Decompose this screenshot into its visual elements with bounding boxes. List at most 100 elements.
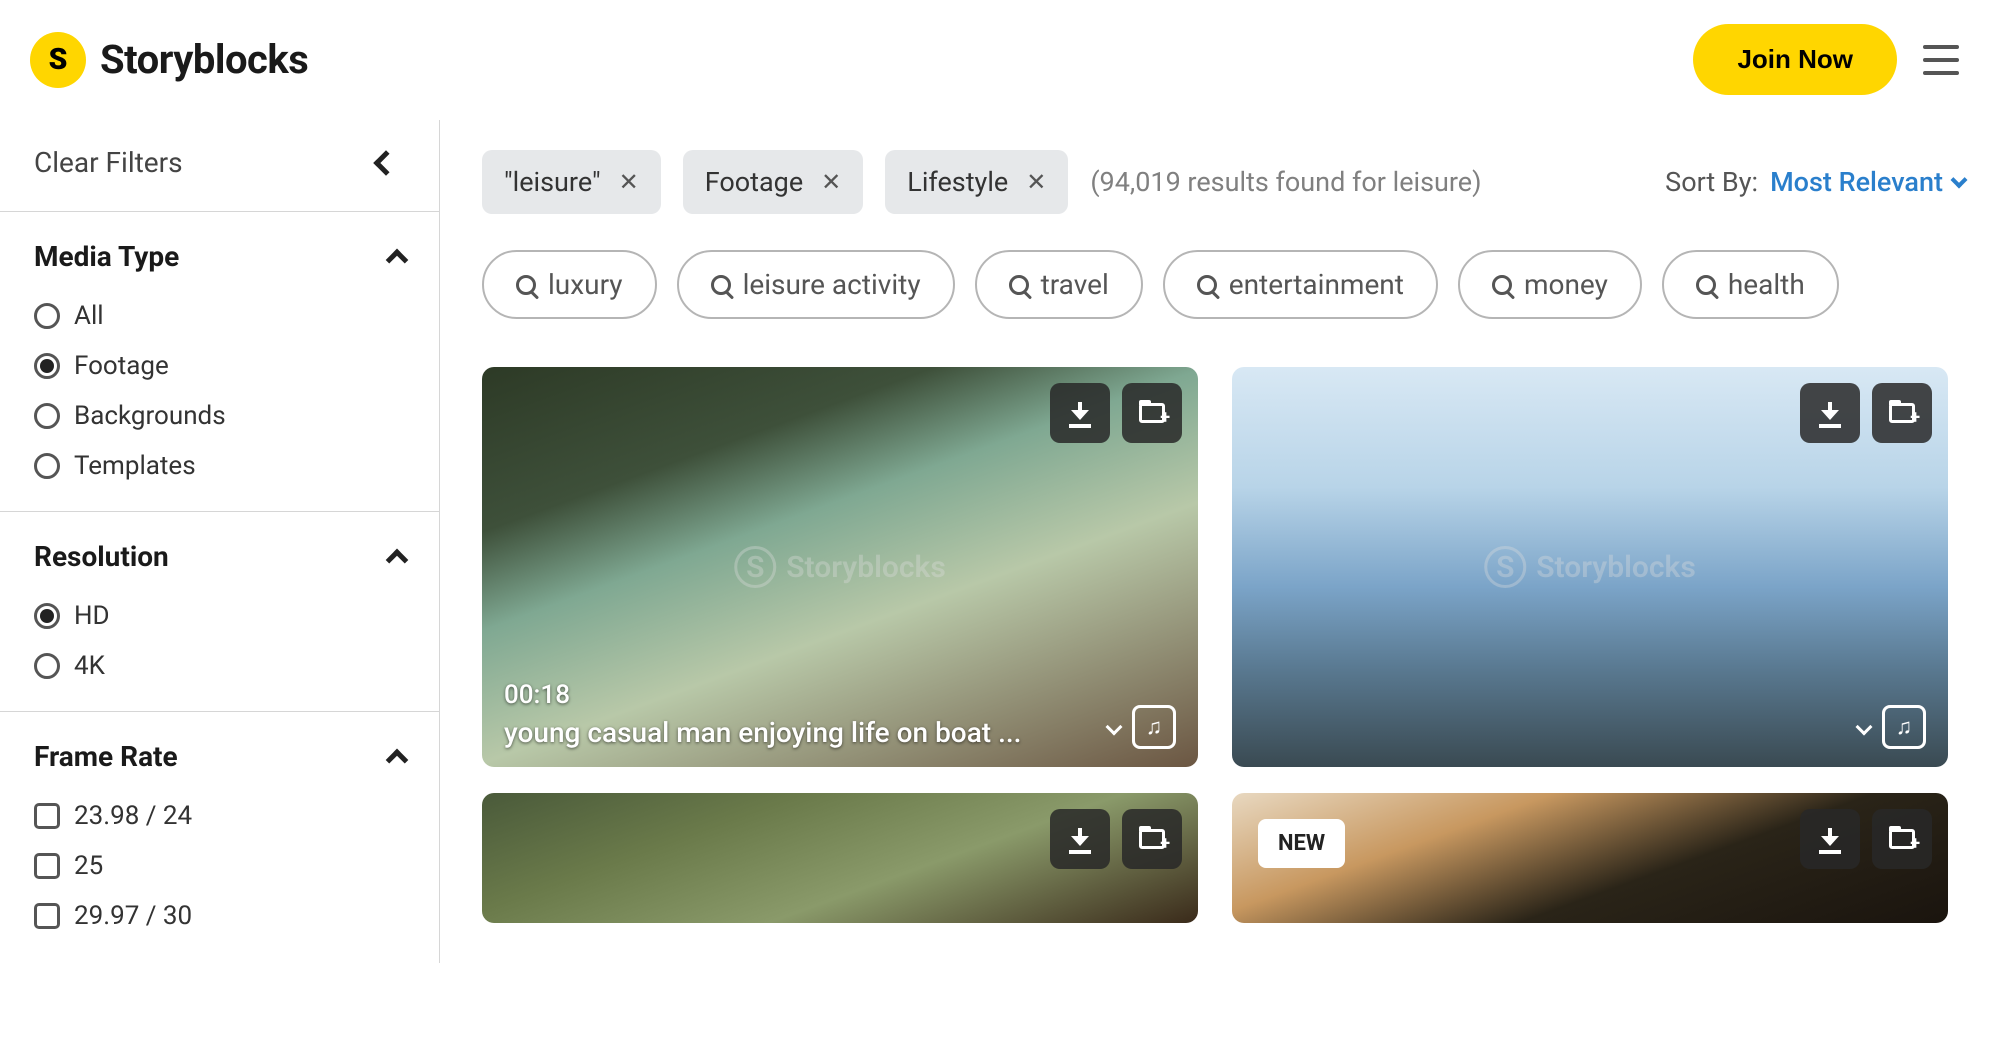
- sort-dropdown[interactable]: Most Relevant: [1770, 166, 1965, 198]
- radio-label: Footage: [74, 351, 169, 381]
- video-card[interactable]: [482, 793, 1198, 923]
- card-overlay-bottom: ♫: [1232, 687, 1948, 767]
- suggestion-label: money: [1524, 268, 1608, 301]
- download-button[interactable]: [1800, 383, 1860, 443]
- filter-tag-lifestyle: Lifestyle ✕: [885, 150, 1068, 214]
- folder-plus-icon: [1139, 829, 1165, 849]
- suggestion-pill-leisure-activity[interactable]: leisure activity: [677, 250, 955, 319]
- radio-icon: [34, 453, 60, 479]
- music-button[interactable]: ♫: [1882, 705, 1926, 749]
- results-count-text: (94,019 results found for leisure): [1090, 166, 1481, 198]
- logo[interactable]: S Storyblocks: [30, 32, 308, 88]
- results-grid: SStoryblocks 00:18 young casual man enjo…: [482, 367, 1965, 767]
- search-icon: [1009, 275, 1029, 295]
- filter-section-media-type: Media Type All Footage Backgrounds Templ…: [0, 212, 439, 512]
- watermark: SStoryblocks: [1484, 546, 1696, 588]
- main: Clear Filters Media Type All Footage Bac…: [0, 120, 1999, 963]
- checkbox-label: 29.97 / 30: [74, 901, 192, 931]
- card-bottom-right: ♫: [1858, 705, 1926, 749]
- folder-plus-icon: [1889, 403, 1915, 423]
- music-icon: ♫: [1146, 714, 1163, 740]
- filter-title: Resolution: [34, 540, 169, 573]
- sort-label: Sort By:: [1665, 166, 1758, 198]
- download-icon: [1819, 828, 1841, 850]
- checkbox-frame-rate-30[interactable]: 29.97 / 30: [34, 891, 405, 941]
- search-icon: [1197, 275, 1217, 295]
- close-icon[interactable]: ✕: [821, 168, 841, 196]
- chevron-up-icon: [386, 548, 409, 571]
- close-icon[interactable]: ✕: [1026, 168, 1046, 196]
- suggestion-pill-health[interactable]: health: [1662, 250, 1839, 319]
- download-button[interactable]: [1800, 809, 1860, 869]
- download-icon: [1069, 828, 1091, 850]
- radio-media-footage[interactable]: Footage: [34, 341, 405, 391]
- header: S Storyblocks Join Now: [0, 0, 1999, 120]
- logo-mark-icon: S: [30, 32, 86, 88]
- filter-tag-label: Footage: [705, 166, 803, 198]
- checkbox-icon: [34, 853, 60, 879]
- download-icon: [1069, 402, 1091, 424]
- active-filters-left: "leisure" ✕ Footage ✕ Lifestyle ✕ (94,01…: [482, 150, 1482, 214]
- chevron-down-icon[interactable]: [1856, 719, 1873, 736]
- filter-head-frame-rate[interactable]: Frame Rate: [34, 740, 405, 773]
- new-badge: NEW: [1258, 819, 1345, 868]
- collapse-sidebar-icon[interactable]: [373, 150, 398, 175]
- filter-tag-label: "leisure": [504, 166, 601, 198]
- radio-resolution-hd[interactable]: HD: [34, 591, 405, 641]
- sort-by: Sort By: Most Relevant: [1665, 166, 1965, 198]
- filter-head-media-type[interactable]: Media Type: [34, 240, 405, 273]
- radio-label: HD: [74, 601, 110, 631]
- watermark: SStoryblocks: [734, 546, 946, 588]
- filter-head-resolution[interactable]: Resolution: [34, 540, 405, 573]
- add-to-folder-button[interactable]: [1872, 383, 1932, 443]
- search-icon: [1492, 275, 1512, 295]
- video-card[interactable]: SStoryblocks ♫: [1232, 367, 1948, 767]
- suggestion-pill-luxury[interactable]: luxury: [482, 250, 657, 319]
- radio-media-backgrounds[interactable]: Backgrounds: [34, 391, 405, 441]
- video-card[interactable]: NEW: [1232, 793, 1948, 923]
- search-icon: [516, 275, 536, 295]
- hamburger-menu-icon[interactable]: [1923, 45, 1959, 75]
- filter-section-frame-rate: Frame Rate 23.98 / 24 25 29.97 / 30: [0, 712, 439, 961]
- radio-icon: [34, 303, 60, 329]
- radio-media-all[interactable]: All: [34, 291, 405, 341]
- folder-plus-icon: [1139, 403, 1165, 423]
- add-to-folder-button[interactable]: [1122, 383, 1182, 443]
- filter-tag-label: Lifestyle: [907, 166, 1008, 198]
- radio-icon: [34, 353, 60, 379]
- suggestion-pill-travel[interactable]: travel: [975, 250, 1143, 319]
- card-actions: [1050, 383, 1182, 443]
- checkbox-frame-rate-25[interactable]: 25: [34, 841, 405, 891]
- checkbox-icon: [34, 903, 60, 929]
- radio-media-templates[interactable]: Templates: [34, 441, 405, 491]
- suggestion-label: leisure activity: [743, 268, 921, 301]
- sort-value-text: Most Relevant: [1770, 166, 1943, 198]
- active-filters-row: "leisure" ✕ Footage ✕ Lifestyle ✕ (94,01…: [482, 150, 1965, 214]
- card-actions: [1800, 809, 1932, 869]
- chevron-down-icon[interactable]: [1106, 719, 1123, 736]
- add-to-folder-button[interactable]: [1872, 809, 1932, 869]
- download-button[interactable]: [1050, 809, 1110, 869]
- results-grid-row-2: NEW: [482, 793, 1965, 923]
- join-now-button[interactable]: Join Now: [1693, 24, 1897, 95]
- radio-icon: [34, 653, 60, 679]
- checkbox-frame-rate-24[interactable]: 23.98 / 24: [34, 791, 405, 841]
- music-button[interactable]: ♫: [1132, 705, 1176, 749]
- video-title: young casual man enjoying life on boat .…: [504, 716, 1021, 749]
- search-icon: [711, 275, 731, 295]
- radio-icon: [34, 603, 60, 629]
- card-actions: [1800, 383, 1932, 443]
- suggestion-label: travel: [1041, 268, 1109, 301]
- clear-filters-button[interactable]: Clear Filters: [34, 146, 183, 179]
- radio-label: Backgrounds: [74, 401, 226, 431]
- video-card[interactable]: SStoryblocks 00:18 young casual man enjo…: [482, 367, 1198, 767]
- download-icon: [1819, 402, 1841, 424]
- download-button[interactable]: [1050, 383, 1110, 443]
- suggestion-pill-money[interactable]: money: [1458, 250, 1642, 319]
- radio-resolution-4k[interactable]: 4K: [34, 641, 405, 691]
- suggestion-pill-entertainment[interactable]: entertainment: [1163, 250, 1438, 319]
- filter-tag-leisure: "leisure" ✕: [482, 150, 661, 214]
- add-to-folder-button[interactable]: [1122, 809, 1182, 869]
- close-icon[interactable]: ✕: [619, 168, 639, 196]
- filter-title: Frame Rate: [34, 740, 178, 773]
